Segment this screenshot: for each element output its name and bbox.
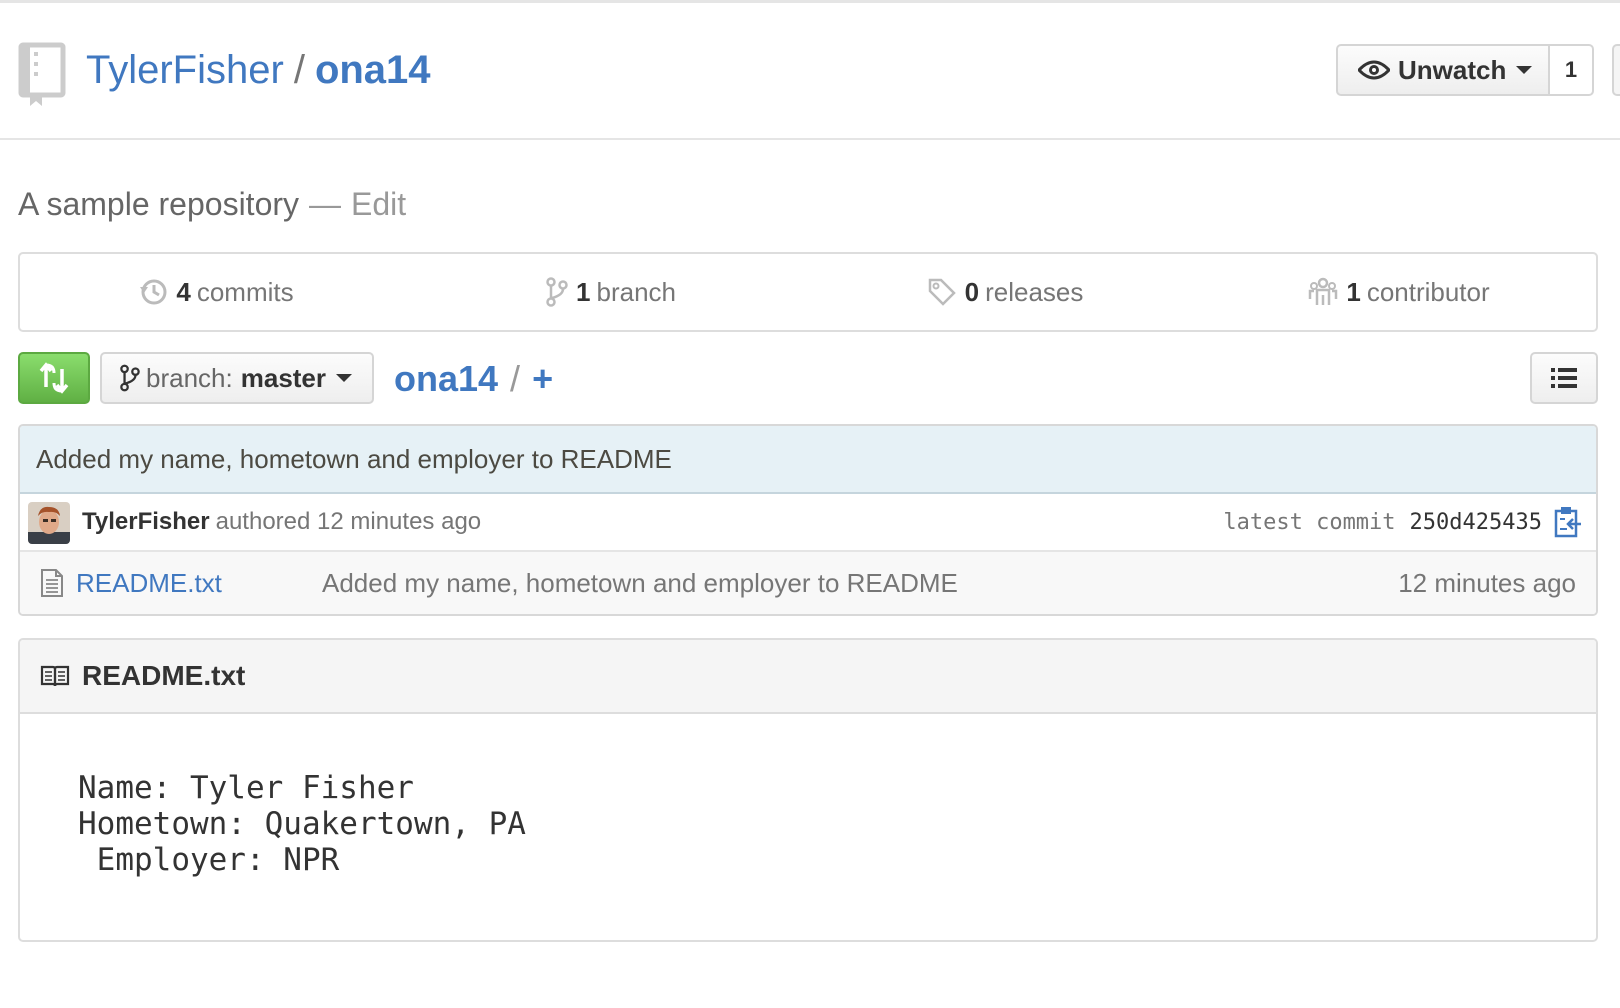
commit-meta: TylerFisher authored 12 minutes ago lates…: [20, 494, 1596, 552]
git-branch-icon: [120, 364, 140, 392]
watch-button-group: Unwatch 1: [1336, 44, 1594, 96]
repo-title: TylerFisher / ona14: [86, 46, 431, 94]
new-file-link[interactable]: +: [532, 358, 553, 399]
contributors-label: contributor: [1366, 276, 1490, 307]
description-dash: —: [309, 186, 342, 222]
unwatch-button[interactable]: Unwatch: [1336, 44, 1550, 96]
history-icon: [140, 279, 167, 305]
readme-title: README.txt: [82, 660, 246, 691]
commit-author-line: TylerFisher authored 12 minutes ago: [82, 508, 481, 536]
commit-authored-time: authored 12 minutes ago: [215, 508, 482, 535]
git-branch-icon: [546, 277, 568, 307]
book-icon: [40, 665, 70, 687]
commit-sha-link[interactable]: 250d425435: [1410, 510, 1542, 535]
branches-label: branch: [596, 276, 676, 307]
branch-select-button[interactable]: branch: master: [100, 352, 374, 404]
branch-name: master: [240, 362, 327, 393]
breadcrumb-separator: /: [510, 358, 521, 399]
file-listing: Added my name, hometown and employer to …: [18, 424, 1598, 616]
commits-summary-link[interactable]: 4 commits: [20, 254, 414, 330]
file-name-link[interactable]: README.txt: [76, 568, 222, 599]
list-unordered-icon: [1551, 368, 1577, 388]
readme-panel: README.txt Name: Tyler Fisher Hometown: …: [18, 638, 1598, 942]
latest-commit-label: latest commit: [1223, 509, 1396, 535]
branches-count: 1: [576, 276, 591, 307]
edit-description-link[interactable]: Edit: [351, 186, 406, 222]
top-divider: [0, 0, 1620, 3]
star-button-edge[interactable]: [1612, 44, 1620, 96]
list-view-button[interactable]: [1530, 352, 1598, 404]
git-compare-icon: [39, 362, 69, 394]
compare-button[interactable]: [18, 352, 90, 404]
unwatch-label: Unwatch: [1398, 54, 1507, 85]
repo-title-separator: /: [293, 48, 305, 92]
file-commit-message-link[interactable]: Added my name, hometown and employer to …: [322, 568, 958, 599]
contributors-count: 1: [1346, 276, 1361, 307]
commit-sha-block: latest commit 250d425435: [1223, 506, 1582, 538]
tag-icon: [928, 278, 956, 306]
clippy-icon[interactable]: [1554, 506, 1582, 538]
repo-description: A sample repository — Edit: [18, 184, 406, 224]
latest-commit-message-text: Added my name, hometown and employer to …: [36, 443, 672, 474]
numbers-summary: 4 commits 1 branch 0 releases 1 contribu…: [18, 252, 1598, 332]
releases-count: 0: [964, 276, 980, 307]
branches-summary-link[interactable]: 1 branch: [414, 254, 808, 330]
watchers-count[interactable]: 1: [1550, 44, 1594, 96]
table-row: README.txt Added my name, hometown and e…: [20, 552, 1596, 614]
latest-commit-message[interactable]: Added my name, hometown and employer to …: [20, 426, 1596, 494]
file-text-icon: [41, 569, 63, 597]
releases-summary-link[interactable]: 0 releases: [808, 254, 1202, 330]
breadcrumb-root-link[interactable]: ona14: [394, 358, 498, 399]
readme-content: Name: Tyler Fisher Hometown: Quakertown,…: [78, 770, 526, 878]
chevron-down-icon: [1516, 66, 1533, 74]
commits-count: 4: [176, 276, 191, 307]
avatar[interactable]: [28, 502, 70, 544]
repo-icon: [18, 42, 66, 106]
repo-header: TylerFisher / ona14 Unwatch 1: [0, 4, 1620, 140]
repo-description-text: A sample repository: [18, 186, 300, 222]
commit-author-link[interactable]: TylerFisher: [82, 508, 210, 535]
readme-body: Name: Tyler Fisher Hometown: Quakertown,…: [20, 714, 1596, 878]
readme-header: README.txt: [20, 640, 1596, 714]
file-age: 12 minutes ago: [1398, 568, 1576, 598]
commits-label: commits: [196, 276, 294, 307]
avatar-image: [28, 502, 70, 544]
eye-icon: [1358, 60, 1390, 80]
breadcrumb: ona14 / +: [394, 356, 553, 402]
repo-name-link[interactable]: ona14: [315, 48, 431, 92]
chevron-down-icon: [336, 374, 353, 382]
repo-owner-link[interactable]: TylerFisher: [86, 48, 284, 92]
contributors-summary-link[interactable]: 1 contributor: [1202, 254, 1596, 330]
releases-label: releases: [985, 276, 1084, 307]
branch-prefix: branch:: [146, 362, 233, 393]
organization-icon: [1309, 277, 1338, 305]
